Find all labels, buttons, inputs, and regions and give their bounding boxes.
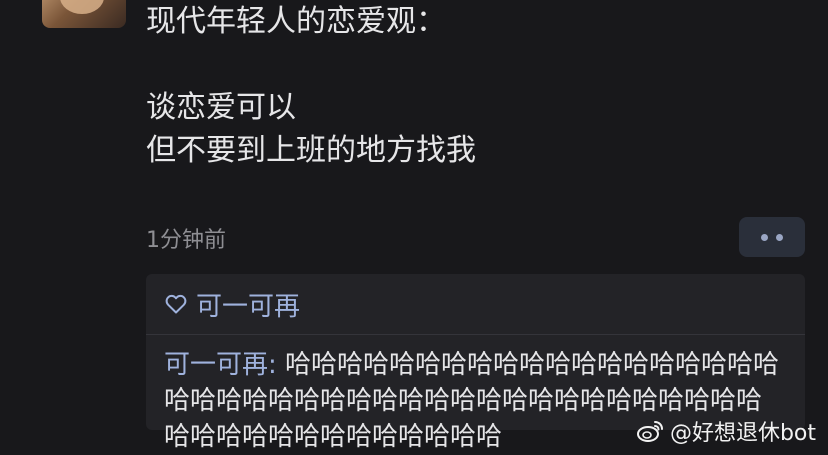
comment-author[interactable]: 可一可再 [164,350,268,380]
comment-separator: : [268,350,286,380]
more-dot-icon [776,233,783,241]
post-line-title: 现代年轻人的恋爱观： [146,4,446,39]
post-content: 现代年轻人的恋爱观： 谈恋爱可以 但不要到上班的地方找我 [146,0,786,172]
heart-icon [165,294,187,314]
watermark: @好想退休bot [636,415,816,447]
watermark-text: @好想退休bot [669,421,816,446]
more-dot-icon [761,233,768,241]
user-avatar[interactable] [42,0,126,28]
post-line-3: 但不要到上班的地方找我 [146,133,476,168]
interaction-panel: 可一可再 可一可再: 哈哈哈哈哈哈哈哈哈哈哈哈哈哈哈哈哈哈哈哈哈哈哈哈哈哈哈哈哈… [146,274,805,452]
likes-names[interactable]: 可一可再 [196,286,300,323]
weibo-icon [636,421,663,442]
more-options-button[interactable] [739,217,805,257]
avatar-face [60,0,104,14]
post-line-blank [146,43,786,86]
post-timestamp: 1分钟前 [146,228,226,253]
likes-row[interactable]: 可一可再 [146,274,805,334]
post-line-2: 谈恋爱可以 [146,90,296,125]
